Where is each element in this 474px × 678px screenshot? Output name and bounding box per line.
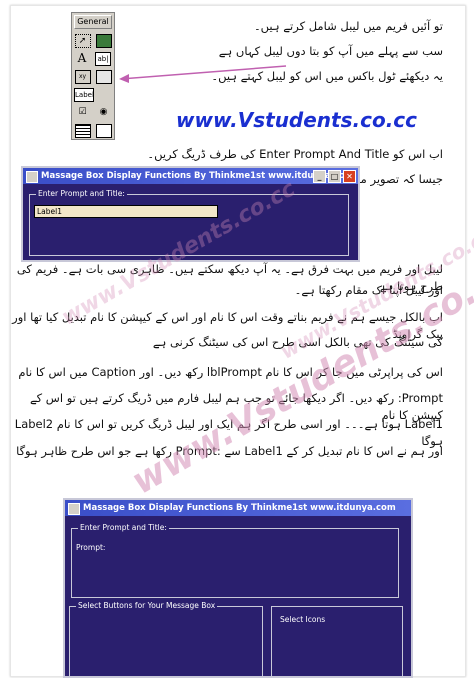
prompt-label[interactable]: Prompt: [76,543,105,552]
option-button-icon: ◉ [99,107,108,117]
window-1-title: Massage Box Display Functions By Thinkme… [41,171,354,181]
urdu-line-9: کی سیٹنگ کی تھی بالکل اسی طرح اس کی سیٹن… [152,335,443,349]
buttons-frame: Select Buttons for Your Message Box [69,601,263,677]
urdu-line-2: سب سے پہلے میں آپ کو بتا دوں لیبل کہاں ہ… [218,44,443,58]
label1-control[interactable]: Label1 [34,205,218,218]
minimize-button[interactable]: _ [313,170,326,183]
textbox-icon: ab| [95,52,111,66]
document-page: General ➚ A ab| xy Label ☑ ◉ تو آئیں فری… [10,5,474,678]
grid-icon [74,124,91,138]
label-tool-icon: Label [74,88,94,102]
label-a-icon: A [77,51,87,65]
urdu-line-7: اور لیبل اپنا اک مقام رکھتا ہے۔ [294,283,443,297]
maximize-button[interactable]: □ [328,170,341,183]
urdu-line-1: تو آئیں فریم میں لیبل شامل کرتے ہیں۔ [253,19,443,33]
window-2-title: Massage Box Display Functions By Thinkme… [83,503,396,513]
prompt-title-frame-2: Enter Prompt and Title: Prompt: [71,523,399,598]
frame-legend: Enter Prompt and Title: [36,189,127,198]
site-url: www.Vstudents.co.cc [176,108,418,132]
frame-icon: xy [74,70,91,84]
combo-icon [95,124,112,138]
picture-box-icon [95,34,112,48]
pointer-icon: ➚ [74,34,91,48]
urdu-line-13: اور ہم نے اس کا نام تبدیل کر کے Label1 س… [16,444,443,458]
window-2-titlebar: Massage Box Display Functions By Thinkme… [65,500,411,516]
frame1-legend: Enter Prompt and Title: [78,523,169,532]
frame3-legend: Select Icons [278,615,328,624]
icons-frame: Select Icons [271,606,403,677]
close-button[interactable]: ✕ [343,170,356,183]
vb-toolbox: General ➚ A ab| xy Label ☑ ◉ [71,12,115,140]
urdu-line-4: اب اس کو Enter Prompt And Title کی طرف ڈ… [147,147,443,161]
checkbox-icon: ☑ [78,107,87,117]
window-icon [26,171,38,183]
blank-tool-icon [98,88,112,100]
urdu-line-3: یہ دیکھئے ٹول باکس میں اس کو لیبل کہتے ہ… [211,69,443,83]
window-icon [68,503,80,515]
vb-window-2: Massage Box Display Functions By Thinkme… [63,498,413,678]
urdu-line-10: اس کی پراپرٹی میں جا کر اس کا نام lblPro… [18,365,443,379]
vb-window-1: Massage Box Display Functions By Thinkme… [21,166,360,262]
window-1-titlebar: Massage Box Display Functions By Thinkme… [23,168,358,184]
toolbox-title: General [74,15,112,29]
prompt-title-frame: Enter Prompt and Title: Label1 [29,189,349,256]
frame2-legend: Select Buttons for Your Message Box [76,601,218,610]
command-button-icon [95,70,112,84]
